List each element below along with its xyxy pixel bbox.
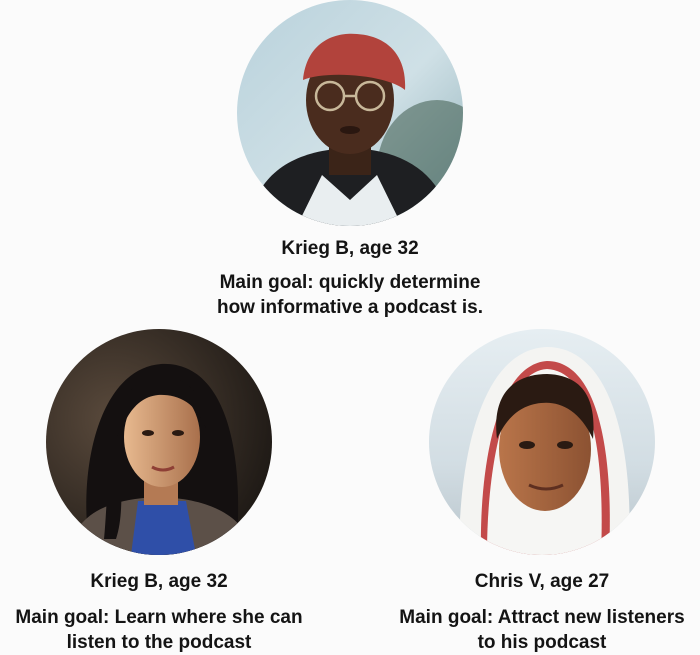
persona-goal: Main goal: Attract new listeners to his … bbox=[399, 605, 684, 655]
persona-goal-line: listen to the podcast bbox=[66, 632, 252, 653]
persona-goal-line: Main goal: Attract new listeners bbox=[399, 607, 685, 628]
boy-white-hood-portrait-icon bbox=[429, 329, 655, 555]
persona-goal: Main goal: quickly determine how informa… bbox=[217, 270, 483, 320]
persona-card-1: Krieg B, age 32 Main goal: quickly deter… bbox=[200, 0, 500, 320]
persona-goal-line: to his podcast bbox=[477, 632, 607, 653]
persona-goal: Main goal: Learn where she can listen to… bbox=[15, 605, 302, 655]
persona-goal-line: Main goal: quickly determine bbox=[219, 272, 481, 293]
persona-name: Krieg B, age 32 bbox=[281, 238, 419, 259]
persona-name: Krieg B, age 32 bbox=[90, 571, 228, 592]
avatar-photo-3 bbox=[429, 329, 655, 555]
man-red-cap-portrait-icon bbox=[237, 0, 463, 226]
persona-goal-line: how informative a podcast is. bbox=[216, 297, 484, 318]
persona-goal-line: Main goal: Learn where she can bbox=[15, 607, 303, 628]
persona-card-2: Krieg B, age 32 Main goal: Learn where s… bbox=[0, 329, 318, 655]
avatar-photo-2 bbox=[46, 329, 272, 555]
persona-card-3: Chris V, age 27 Main goal: Attract new l… bbox=[384, 329, 700, 655]
avatar-photo-1 bbox=[237, 0, 463, 226]
woman-dark-hair-portrait-icon bbox=[46, 329, 272, 555]
persona-name: Chris V, age 27 bbox=[474, 571, 610, 592]
